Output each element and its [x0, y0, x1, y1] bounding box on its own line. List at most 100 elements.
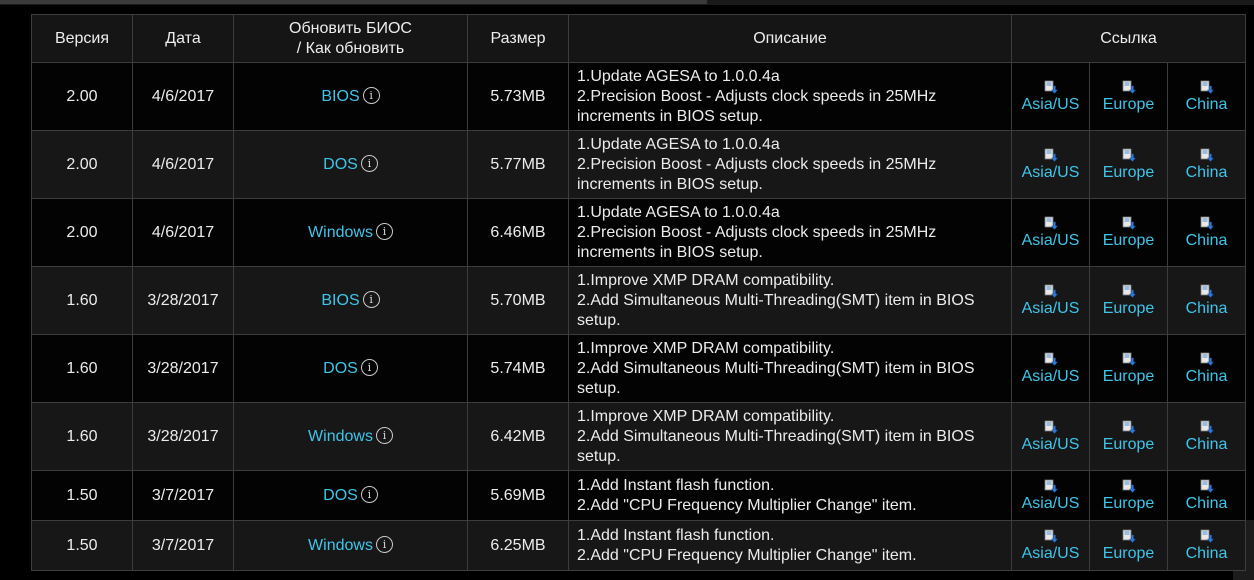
- download-link-asia-us[interactable]: Asia/US: [1011, 334, 1090, 403]
- download-link-europe[interactable]: Europe: [1089, 130, 1168, 199]
- download-link-asia-us[interactable]: Asia/US: [1011, 62, 1090, 131]
- header-version: Версия: [31, 14, 133, 63]
- download-link-europe[interactable]: Europe: [1089, 402, 1168, 471]
- cell-update-method: DOS i: [233, 470, 468, 521]
- cell-update-method: DOS i: [233, 130, 468, 199]
- description-line: setup.: [577, 379, 621, 397]
- download-icon: [1044, 284, 1058, 298]
- download-link-label: Europe: [1102, 495, 1155, 512]
- scrollbar-thumb[interactable]: [0, 0, 707, 4]
- download-link-europe[interactable]: Europe: [1089, 198, 1168, 267]
- download-link-asia-us[interactable]: Asia/US: [1011, 266, 1090, 335]
- info-circle-icon[interactable]: i: [362, 291, 380, 308]
- download-icon: [1122, 80, 1136, 94]
- update-method-link[interactable]: Windows: [308, 537, 373, 554]
- description-line: 2.Add "CPU Frequency Multiplier Change" …: [577, 546, 917, 564]
- update-method-link[interactable]: DOS: [323, 156, 358, 173]
- header-update-line1: Обновить БИОС: [289, 19, 412, 37]
- download-link-label: China: [1185, 368, 1228, 385]
- update-method-link[interactable]: Windows: [308, 428, 373, 445]
- download-link-label: Europe: [1102, 436, 1155, 453]
- download-icon: [1200, 352, 1214, 366]
- info-circle-icon[interactable]: i: [375, 427, 393, 444]
- download-link-china[interactable]: China: [1166, 470, 1247, 521]
- download-icon: [1044, 216, 1058, 230]
- description-line: setup.: [577, 311, 621, 329]
- cell-size: 6.42MB: [467, 402, 569, 471]
- cell-size: 5.77MB: [467, 130, 569, 199]
- download-link-china[interactable]: China: [1166, 334, 1247, 403]
- cell-version: 1.50: [31, 470, 133, 521]
- download-link-asia-us[interactable]: Asia/US: [1011, 520, 1090, 571]
- download-icon: [1200, 420, 1214, 434]
- download-link-europe[interactable]: Europe: [1089, 334, 1168, 403]
- download-link-label: China: [1185, 96, 1228, 113]
- download-link-europe[interactable]: Europe: [1089, 266, 1168, 335]
- download-link-china[interactable]: China: [1166, 198, 1247, 267]
- download-link-label: China: [1185, 436, 1228, 453]
- update-method-link[interactable]: Windows: [308, 224, 373, 241]
- cell-date: 4/6/2017: [132, 62, 234, 131]
- table-row: 1.50 3/7/2017 DOS i 5.69MB 1.Add Instant flas…: [31, 470, 1247, 521]
- download-link-asia-us[interactable]: Asia/US: [1011, 198, 1090, 267]
- info-circle-icon[interactable]: i: [360, 486, 378, 503]
- description-line: 1.Update AGESA to 1.0.0.4a: [577, 203, 780, 221]
- download-link-label: Asia/US: [1021, 436, 1080, 453]
- cell-size: 6.46MB: [467, 198, 569, 267]
- cell-size: 5.73MB: [467, 62, 569, 131]
- cell-size: 5.70MB: [467, 266, 569, 335]
- cell-size: 5.69MB: [467, 470, 569, 521]
- header-description: Описание: [568, 14, 1012, 63]
- download-link-label: Asia/US: [1021, 368, 1080, 385]
- cell-description: 1.Update AGESA to 1.0.0.4a 2.Precision Bo…: [568, 62, 1012, 131]
- update-method-link[interactable]: DOS: [323, 360, 358, 377]
- description-line: 1.Improve XMP DRAM compatibility.: [577, 407, 835, 425]
- download-link-asia-us[interactable]: Asia/US: [1011, 130, 1090, 199]
- cell-description: 1.Add Instant flash function. 2.Add "CPU …: [568, 520, 1012, 571]
- download-icon: [1200, 80, 1214, 94]
- download-link-china[interactable]: China: [1166, 402, 1247, 471]
- description-line: 2.Add Simultaneous Multi-Threading(SMT) …: [577, 359, 975, 377]
- cell-version: 1.50: [31, 520, 133, 571]
- cell-description: 1.Update AGESA to 1.0.0.4a 2.Precision Bo…: [568, 130, 1012, 199]
- table-row: 1.60 3/28/2017 BIOS i 5.70MB 1.Improve XMP DR…: [31, 266, 1247, 335]
- download-link-china[interactable]: China: [1166, 520, 1247, 571]
- table-row: 1.50 3/7/2017 Windows i 6.25MB 1.Add Instant …: [31, 520, 1247, 571]
- download-link-label: Europe: [1102, 545, 1155, 562]
- update-method-link[interactable]: BIOS: [321, 88, 359, 105]
- download-icon: [1200, 216, 1214, 230]
- bios-table-container: Версия Дата Обновить БИОС / Как обновить…: [31, 14, 1247, 571]
- info-circle-icon[interactable]: i: [375, 536, 393, 553]
- download-icon: [1122, 148, 1136, 162]
- download-link-europe[interactable]: Europe: [1089, 520, 1168, 571]
- download-icon: [1200, 284, 1214, 298]
- download-link-label: Asia/US: [1021, 300, 1080, 317]
- info-circle-icon[interactable]: i: [362, 87, 380, 104]
- header-date: Дата: [132, 14, 234, 63]
- download-link-label: Europe: [1102, 96, 1155, 113]
- top-scrollbar[interactable]: [0, 0, 1254, 5]
- cell-description: 1.Improve XMP DRAM compatibility. 2.Add S…: [568, 334, 1012, 403]
- description-line: 2.Add Simultaneous Multi-Threading(SMT) …: [577, 291, 975, 309]
- description-line: 1.Update AGESA to 1.0.0.4a: [577, 67, 780, 85]
- description-line: 2.Add Simultaneous Multi-Threading(SMT) …: [577, 427, 975, 445]
- download-link-china[interactable]: China: [1166, 62, 1247, 131]
- download-link-europe[interactable]: Europe: [1089, 470, 1168, 521]
- info-circle-icon[interactable]: i: [375, 223, 393, 240]
- cell-date: 3/7/2017: [132, 470, 234, 521]
- download-link-china[interactable]: China: [1166, 266, 1247, 335]
- download-link-asia-us[interactable]: Asia/US: [1011, 470, 1090, 521]
- download-link-label: China: [1185, 164, 1228, 181]
- download-link-asia-us[interactable]: Asia/US: [1011, 402, 1090, 471]
- table-row: 2.00 4/6/2017 BIOS i 5.73MB 1.Update AGESA to…: [31, 62, 1247, 131]
- download-link-europe[interactable]: Europe: [1089, 62, 1168, 131]
- update-method-link[interactable]: BIOS: [321, 292, 359, 309]
- cell-version: 1.60: [31, 334, 133, 403]
- description-line: 1.Improve XMP DRAM compatibility.: [577, 339, 835, 357]
- download-link-china[interactable]: China: [1166, 130, 1247, 199]
- cell-description: 1.Improve XMP DRAM compatibility. 2.Add S…: [568, 266, 1012, 335]
- info-circle-icon[interactable]: i: [360, 359, 378, 376]
- info-circle-icon[interactable]: i: [360, 155, 378, 172]
- update-method-link[interactable]: DOS: [323, 487, 358, 504]
- download-link-label: China: [1185, 232, 1228, 249]
